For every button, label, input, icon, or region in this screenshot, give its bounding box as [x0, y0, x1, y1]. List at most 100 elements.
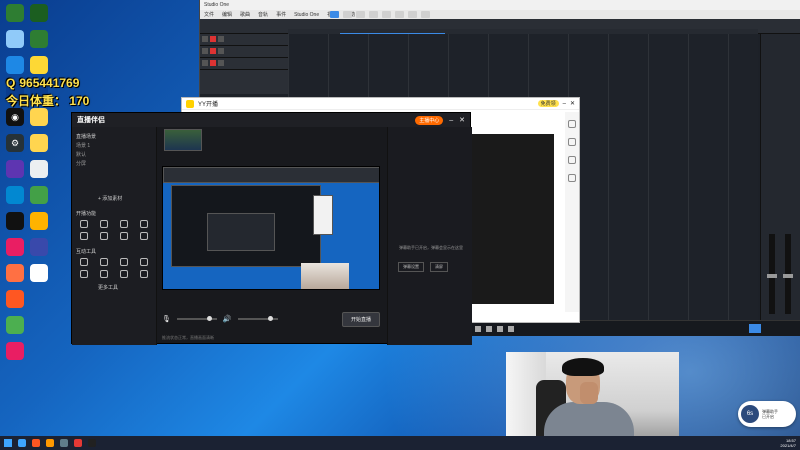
minimize-icon[interactable]: –	[449, 117, 453, 124]
taskbar-app-icon[interactable]	[18, 439, 26, 447]
speaker-icon[interactable]: 🔊	[223, 315, 232, 323]
app-icon-16[interactable]	[30, 238, 48, 256]
start-stream-button[interactable]: 开始直播	[341, 311, 380, 327]
tool-item[interactable]	[116, 270, 132, 278]
menu-item[interactable]: 音轨	[258, 11, 268, 18]
menu-item[interactable]: 文件	[204, 11, 214, 18]
menu-item[interactable]: 歌曲	[240, 11, 250, 18]
tool-item[interactable]	[136, 220, 152, 228]
mute-button[interactable]	[202, 60, 208, 66]
stop-icon[interactable]	[486, 325, 492, 332]
close-icon[interactable]: ✕	[570, 100, 575, 107]
minimize-icon[interactable]: –	[563, 101, 566, 107]
record-icon[interactable]	[497, 325, 503, 332]
app-icon-8[interactable]	[6, 342, 24, 360]
menu-item[interactable]: 编辑	[222, 11, 232, 18]
record-arm-button[interactable]	[210, 60, 216, 66]
loop-icon[interactable]	[508, 325, 514, 332]
more-tools-button[interactable]: 更多工具	[98, 284, 152, 291]
mic-volume-slider[interactable]	[176, 316, 217, 321]
tool-item[interactable]	[96, 232, 112, 240]
streamer-window[interactable]: 直播伴侣 主播中心 – ✕ 直播场景 场景 1 默认 分屏 + 添加素材 开播功…	[71, 112, 472, 345]
mute-tool-icon[interactable]	[395, 11, 404, 18]
streamer-titlebar[interactable]: 直播伴侣 主播中心 – ✕	[72, 113, 470, 127]
tool-icon[interactable]	[568, 174, 576, 182]
eraser-tool-icon[interactable]	[369, 11, 378, 18]
tool-item[interactable]	[116, 258, 132, 266]
app-icon-14[interactable]	[30, 186, 48, 204]
scene-item[interactable]: 场景 1	[76, 142, 152, 149]
app-icon[interactable]	[6, 4, 24, 22]
tool-item[interactable]	[76, 270, 92, 278]
app-icon-12[interactable]	[30, 108, 48, 126]
close-icon[interactable]: ✕	[459, 116, 465, 124]
qq-icon[interactable]: ◉	[6, 108, 24, 126]
stream-preview[interactable]	[162, 166, 380, 290]
taskbar-app-icon[interactable]	[32, 439, 40, 447]
start-icon[interactable]	[4, 439, 12, 447]
track-row[interactable]	[200, 34, 288, 46]
taskbar-clock[interactable]: 18:57 2021/4/7	[780, 438, 796, 448]
menu-item[interactable]: 事件	[276, 11, 286, 18]
app-icon-13[interactable]	[30, 134, 48, 152]
tool-item[interactable]	[96, 220, 112, 228]
tool-item[interactable]	[96, 258, 112, 266]
paint-tool-icon[interactable]	[382, 11, 391, 18]
tool-icon[interactable]	[568, 120, 576, 128]
menu-item[interactable]: Studio One	[294, 12, 319, 18]
track-row[interactable]	[200, 46, 288, 58]
daw-titlebar[interactable]: Studio One	[200, 0, 800, 10]
tool-icon[interactable]	[568, 138, 576, 146]
app-icon-9[interactable]	[30, 4, 48, 22]
app-icon-4[interactable]	[6, 212, 24, 230]
range-tool-icon[interactable]	[343, 11, 352, 18]
listen-tool-icon[interactable]	[421, 11, 430, 18]
scene-item[interactable]: 默认	[76, 151, 152, 158]
tool-icon[interactable]	[568, 156, 576, 164]
bend-tool-icon[interactable]	[408, 11, 417, 18]
mute-button[interactable]	[202, 36, 208, 42]
volume-fader[interactable]	[783, 234, 793, 314]
taskbar-app-icon[interactable]	[60, 439, 68, 447]
steam-icon[interactable]: ⚙	[6, 134, 24, 152]
monitor-button[interactable]	[218, 60, 224, 66]
app-icon-2[interactable]	[6, 160, 24, 178]
tool-item[interactable]	[136, 258, 152, 266]
taskbar-app-icon[interactable]	[88, 439, 96, 447]
tool-item[interactable]	[116, 220, 132, 228]
app-icon-5[interactable]	[6, 238, 24, 256]
yy-titlebar[interactable]: YY开播 免费领 – ✕	[182, 98, 579, 110]
record-arm-button[interactable]	[210, 36, 216, 42]
chat-settings-button[interactable]: 弹幕设置	[398, 262, 424, 272]
monitor-button[interactable]	[218, 48, 224, 54]
tool-item[interactable]	[76, 258, 92, 266]
scene-thumbnail[interactable]	[164, 129, 202, 151]
mute-button[interactable]	[202, 48, 208, 54]
computer-icon[interactable]	[6, 30, 24, 48]
app-icon-3[interactable]	[6, 186, 24, 204]
track-row[interactable]	[200, 58, 288, 70]
wechat-icon[interactable]	[6, 316, 24, 334]
tool-item[interactable]	[136, 270, 152, 278]
tool-item[interactable]	[96, 270, 112, 278]
chat-clear-button[interactable]: 清屏	[430, 262, 448, 272]
speaker-volume-slider[interactable]	[237, 316, 278, 321]
tool-item[interactable]	[136, 232, 152, 240]
split-tool-icon[interactable]	[356, 11, 365, 18]
app-icon-11[interactable]	[30, 56, 48, 74]
tool-item[interactable]	[76, 232, 92, 240]
record-arm-button[interactable]	[210, 48, 216, 54]
file-icon[interactable]	[30, 160, 48, 178]
floating-widget[interactable]: 6s 弹幕助手 已开启	[738, 401, 796, 427]
network-icon[interactable]	[6, 56, 24, 74]
volume-fader[interactable]	[767, 234, 777, 314]
taskbar-app-icon[interactable]	[74, 439, 82, 447]
app-icon-10[interactable]	[30, 30, 48, 48]
app-icon-7[interactable]	[6, 290, 24, 308]
taskbar-app-icon[interactable]	[46, 439, 54, 447]
scene-item[interactable]: 分屏	[76, 160, 152, 167]
tool-item[interactable]	[76, 220, 92, 228]
monitor-button[interactable]	[218, 36, 224, 42]
arrow-tool-icon[interactable]	[330, 11, 339, 18]
tool-item[interactable]	[116, 232, 132, 240]
